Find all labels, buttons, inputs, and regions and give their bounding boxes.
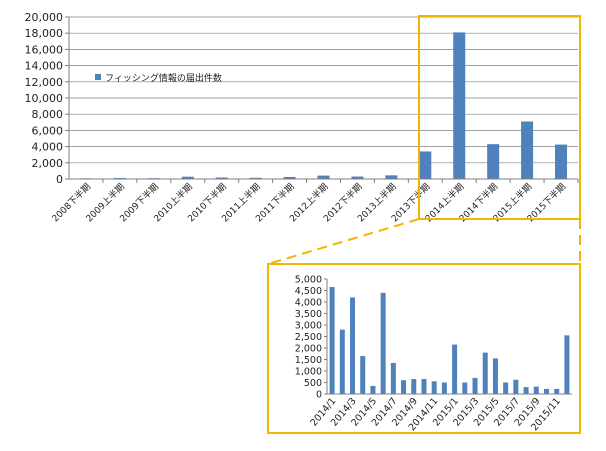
y-tick-label: 12,000 <box>25 76 64 89</box>
inset-bar <box>482 352 488 394</box>
main-bar <box>419 151 432 179</box>
inset-y-tick-label: 0 <box>316 390 322 401</box>
inset-bar <box>360 356 366 394</box>
chart-canvas: 0 2,000 4,000 6,000 8,000 10,000 12,000 14,000 1… <box>25 11 581 434</box>
inset-bar <box>421 379 427 394</box>
main-x-tick-labels: 2008下半期2009上半期2009下半期2010上半期2010下半期2011上… <box>49 181 568 225</box>
main-bar <box>453 32 466 179</box>
inset-bar <box>533 386 539 394</box>
inset-y-tick-label: 3,000 <box>295 321 322 332</box>
y-tick-label: 14,000 <box>25 60 64 73</box>
inset-bar <box>431 381 437 394</box>
y-tick-label: 8,000 <box>32 108 64 121</box>
inset-bar <box>441 382 447 394</box>
inset-bar <box>329 287 335 394</box>
inset-bar <box>370 385 376 394</box>
main-bar <box>555 144 568 179</box>
legend-label: フィッシング情報の届出件数 <box>105 72 222 84</box>
main-bar <box>317 175 330 179</box>
inset-bar <box>564 335 570 394</box>
inset-bar <box>492 358 498 394</box>
main-y-tick-labels: 0 2,000 4,000 6,000 8,000 10,000 12,000 14,000 1… <box>25 11 64 186</box>
connector-left <box>267 218 420 265</box>
inset-bar <box>390 362 396 394</box>
inset-y-tick-label: 4,500 <box>295 286 322 297</box>
inset-y-tick-label: 2,000 <box>295 344 322 355</box>
inset-y-tick-label: 500 <box>304 378 322 389</box>
inset-y-tick-label: 2,500 <box>295 332 322 343</box>
main-bar <box>385 175 398 179</box>
y-tick-label: 4,000 <box>32 141 64 154</box>
main-chart: 0 2,000 4,000 6,000 8,000 10,000 12,000 14,000 1… <box>25 11 579 224</box>
y-tick-label: 6,000 <box>32 124 64 137</box>
inset-y-tick-label: 5,000 <box>295 275 322 286</box>
inset-y-tick-label: 4,000 <box>295 298 322 309</box>
y-tick-label: 10,000 <box>25 92 64 105</box>
inset-bar <box>513 379 519 394</box>
inset-bar <box>503 382 509 394</box>
y-tick-label: 20,000 <box>25 11 64 24</box>
inset-y-tick-label: 1,000 <box>295 367 322 378</box>
main-bar <box>487 144 500 179</box>
inset-bar <box>380 292 386 394</box>
inset-y-tick-label: 1,500 <box>295 355 322 366</box>
main-gridlines <box>65 16 579 183</box>
inset-y-tick-label: 3,500 <box>295 309 322 320</box>
inset-bar <box>523 387 529 394</box>
inset-bar <box>350 297 356 394</box>
legend: フィッシング情報の届出件数 <box>95 72 222 84</box>
inset-bar <box>411 379 417 394</box>
y-tick-label: 0 <box>56 173 63 186</box>
inset-bar <box>543 388 549 394</box>
main-bar <box>521 121 534 179</box>
inset-bar <box>339 329 345 394</box>
inset-bar <box>462 382 468 394</box>
inset-bar <box>472 377 478 394</box>
y-tick-label: 2,000 <box>32 157 64 170</box>
inset-bar <box>554 388 560 394</box>
y-tick-label: 18,000 <box>25 27 64 40</box>
inset-bar <box>452 344 458 394</box>
main-bars <box>79 32 568 180</box>
legend-swatch <box>95 74 101 80</box>
inset-bar <box>401 380 407 394</box>
y-tick-label: 16,000 <box>25 43 64 56</box>
